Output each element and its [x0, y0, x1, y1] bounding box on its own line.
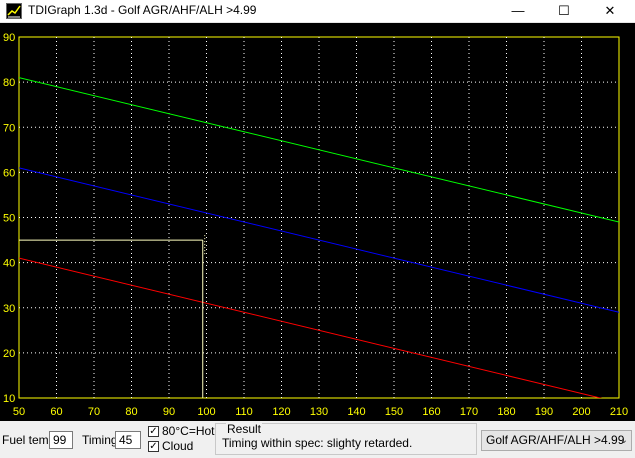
- model-select[interactable]: Golf AGR/AHF/ALH >4.99 ⌄: [481, 430, 632, 451]
- minimize-button[interactable]: —: [495, 0, 541, 22]
- x-tick-label: 50: [13, 406, 25, 418]
- x-tick-label: 80: [125, 406, 137, 418]
- model-select-value: Golf AGR/AHF/ALH >4.99: [486, 433, 625, 447]
- cloud-checkbox[interactable]: ✓: [148, 441, 159, 452]
- window-title: TDIGraph 1.3d - Golf AGR/AHF/ALH >4.99: [28, 3, 257, 17]
- x-tick-label: 160: [422, 406, 440, 418]
- x-tick-label: 70: [88, 406, 100, 418]
- timing-input[interactable]: 45: [115, 431, 141, 449]
- x-tick-label: 120: [272, 406, 290, 418]
- chevron-down-icon: ⌄: [619, 435, 628, 446]
- x-tick-label: 170: [460, 406, 478, 418]
- close-icon: ✕: [604, 3, 616, 18]
- lower-limit-line: [19, 257, 603, 398]
- x-tick-label: 210: [610, 406, 628, 418]
- timing-chart[interactable]: 10 20 30 40 50 60 70 80 90 50 60 70 80 90 100 110 120 130…: [0, 23, 635, 421]
- fuel-temp-input[interactable]: 99: [49, 431, 73, 449]
- maximize-button[interactable]: ☐: [541, 0, 587, 22]
- title-bar: TDIGraph 1.3d - Golf AGR/AHF/ALH >4.99 —…: [0, 0, 635, 23]
- y-tick-label: 90: [3, 32, 15, 44]
- y-tick-label: 50: [3, 213, 15, 225]
- control-bar: Fuel temp 99 Timing 45 ✓ 80°C=Hot ✓ Clou…: [0, 421, 635, 458]
- x-tick-label: 100: [197, 406, 215, 418]
- x-tick-label: 90: [163, 406, 175, 418]
- upper-limit-line: [19, 77, 619, 223]
- hot-checkbox[interactable]: ✓: [148, 426, 159, 437]
- app-icon: [6, 3, 22, 19]
- x-tick-label: 110: [235, 406, 253, 418]
- minimize-icon: —: [511, 3, 525, 18]
- x-tick-label: 60: [50, 406, 62, 418]
- x-tick-label: 150: [385, 406, 403, 418]
- result-label: Result: [226, 422, 263, 436]
- x-tick-label: 180: [497, 406, 515, 418]
- result-text: Timing within spec: slighty retarded.: [222, 436, 413, 450]
- check-icon: ✓: [149, 426, 158, 437]
- y-tick-label: 10: [3, 393, 15, 405]
- y-tick-label: 20: [3, 348, 15, 360]
- y-tick-label: 30: [3, 303, 15, 315]
- cloud-checkbox-label[interactable]: Cloud: [162, 439, 193, 453]
- x-tick-label: 130: [310, 406, 328, 418]
- x-tick-label: 190: [535, 406, 553, 418]
- y-tick-label: 70: [3, 122, 15, 134]
- fuel-temp-label: Fuel temp: [2, 433, 56, 447]
- x-tick-label: 140: [347, 406, 365, 418]
- hot-checkbox-label[interactable]: 80°C=Hot: [162, 424, 215, 438]
- check-icon: ✓: [149, 441, 158, 452]
- y-tick-label: 80: [3, 77, 15, 89]
- maximize-icon: ☐: [558, 3, 570, 18]
- chart-area[interactable]: 10 20 30 40 50 60 70 80 90 50 60 70 80 90 100 110 120 130…: [0, 23, 635, 421]
- timing-label: Timing: [82, 433, 118, 447]
- y-tick-label: 60: [3, 167, 15, 179]
- x-tick-label: 200: [572, 406, 590, 418]
- y-tick-label: 40: [3, 258, 15, 270]
- close-button[interactable]: ✕: [587, 0, 633, 22]
